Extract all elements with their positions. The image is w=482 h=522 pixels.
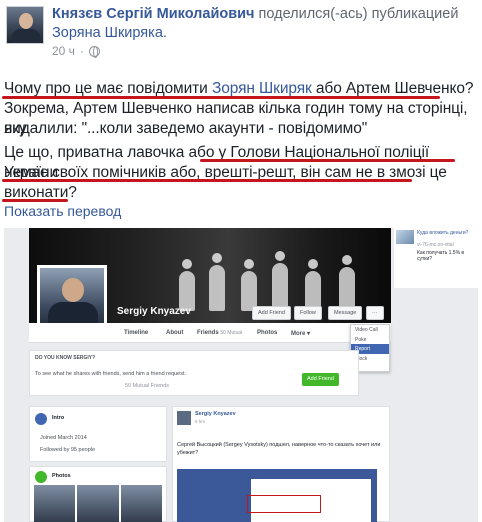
red-highlight-box [247, 495, 321, 513]
globe-icon[interactable] [88, 45, 100, 58]
red-underline [2, 199, 68, 202]
know-text: To see what he shares with friends, send… [35, 371, 187, 377]
sculpture-figure [272, 251, 288, 311]
sculpture-figure [241, 259, 257, 311]
tab-more[interactable]: More ▾ [291, 330, 310, 337]
menu-item-poke[interactable]: Poke [351, 335, 389, 345]
followed-by: Followed by 95 people [40, 447, 96, 453]
menu-item-video-call[interactable]: Video Call [351, 325, 389, 335]
add-friend-button[interactable]: Add Friend [302, 373, 339, 386]
share-verb: поделился(-ась) публикацией [258, 6, 459, 22]
post-text-line-6: виконати? [4, 184, 77, 201]
add-friend-cover-button[interactable]: Add Friend [252, 306, 291, 320]
zoryan-link[interactable]: Зорян Шкиряк [212, 80, 312, 97]
post-header: Князєв Сергій Миколайович поделился(-ась… [52, 5, 477, 43]
globe-icon [35, 413, 47, 425]
message-button[interactable]: Message [328, 306, 363, 320]
tab-friends-label: Friends [197, 330, 219, 336]
post-meta: 20 ч · [52, 44, 100, 58]
attached-screenshot[interactable]: Sergiy Knyazev Add Friend Follow Message… [4, 228, 478, 522]
post-text-line-3: видалили: "...коли заведемо акаунти - по… [4, 120, 368, 137]
post-time: 5 hrs [195, 419, 206, 424]
intro-box: Intro Joined March 2014 Followed by 95 p… [29, 406, 167, 462]
know-sergiy-box: DO YOU KNOW SERGIY? To see what he share… [29, 350, 359, 396]
ad-line-1[interactable]: Куда вложить деньги? [417, 230, 477, 236]
ad-thumbnail [396, 230, 414, 244]
sculpture-figure [305, 259, 321, 311]
photos-box: Photos [29, 466, 167, 522]
mutual-friends[interactable]: 50 Mutual Friends [125, 383, 169, 389]
post-avatar[interactable] [177, 411, 191, 425]
ad-line-2: Как получать 1.5% в сутки? [417, 250, 465, 262]
photos-grid[interactable] [34, 485, 162, 522]
translate-link[interactable]: Показать перевод [4, 203, 121, 219]
avatar-body [12, 29, 40, 43]
post-text-line-1a: Чому про це має повідомити [4, 80, 212, 97]
post-timestamp[interactable]: 20 ч [52, 44, 75, 58]
intro-header: Intro [52, 415, 65, 421]
photo-thumb[interactable] [120, 485, 162, 522]
sculpture-figure [339, 255, 355, 311]
photos-header: Photos [52, 473, 71, 479]
photo-thumb[interactable] [77, 485, 119, 522]
profile-face [62, 278, 84, 302]
sculpture-figure [179, 259, 195, 311]
post-text: Сергей Высоцкий (Sergey Vysotsky) подшел… [177, 442, 381, 456]
author-name-link[interactable]: Князєв Сергій Миколайович [52, 6, 254, 22]
photo-thumb[interactable] [34, 485, 76, 522]
post-author[interactable]: Sergiy Knyazev [195, 411, 236, 417]
profile-name: Sergiy Knyazev [117, 306, 191, 317]
photo-icon [35, 471, 47, 483]
know-header: DO YOU KNOW SERGIY? [35, 355, 96, 361]
red-underline [2, 179, 412, 182]
tab-timeline[interactable]: Timeline [124, 330, 148, 336]
follow-button[interactable]: Follow [294, 306, 322, 320]
ad-site: vi-76-mc.on-vital [417, 242, 454, 248]
friends-count: 50 Mutual [220, 330, 243, 336]
red-underline [200, 159, 455, 162]
tab-friends[interactable]: Friends 50 Mutual [197, 330, 242, 336]
joined-date: Joined March 2014 [40, 435, 87, 441]
author-avatar[interactable] [6, 6, 44, 44]
tab-about[interactable]: About [166, 330, 183, 336]
avatar-face [19, 13, 33, 29]
shared-page-link[interactable]: Зоряна Шкиряка. [52, 25, 167, 41]
sculpture-figure [209, 253, 225, 311]
post-text-line-1b: або Артем Шевченко? [311, 80, 474, 97]
tab-photos[interactable]: Photos [257, 330, 277, 336]
more-button[interactable]: ··· [366, 306, 384, 320]
timeline-post: Sergiy Knyazev 5 hrs Сергей Высоцкий (Se… [172, 406, 390, 522]
sidebar-ad[interactable]: Куда вложить деньги? vi-76-mc.on-vital К… [394, 228, 478, 288]
profile-tabs: Timeline About Friends 50 Mutual Photos … [29, 323, 391, 343]
embedded-facebook-image[interactable] [177, 469, 377, 522]
